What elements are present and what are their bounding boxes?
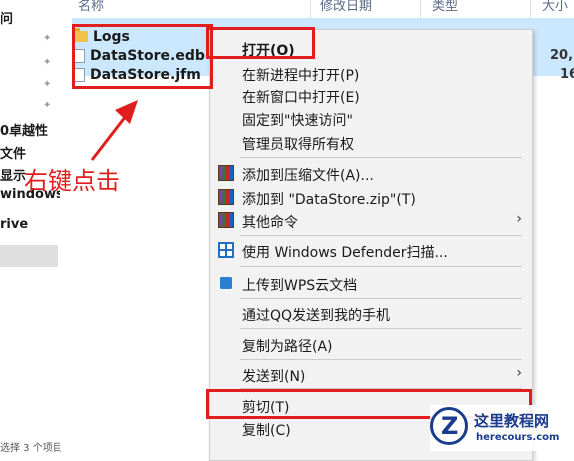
watermark-url: herecours.com xyxy=(476,432,560,443)
right-click-annotation: 右键点击 xyxy=(24,167,120,195)
watermark-logo-icon: Z xyxy=(430,407,468,445)
arrow-annotation xyxy=(90,100,138,161)
watermark-title: 这里教程网 xyxy=(474,412,550,430)
watermark: Z 这里教程网 herecours.com xyxy=(430,405,574,451)
